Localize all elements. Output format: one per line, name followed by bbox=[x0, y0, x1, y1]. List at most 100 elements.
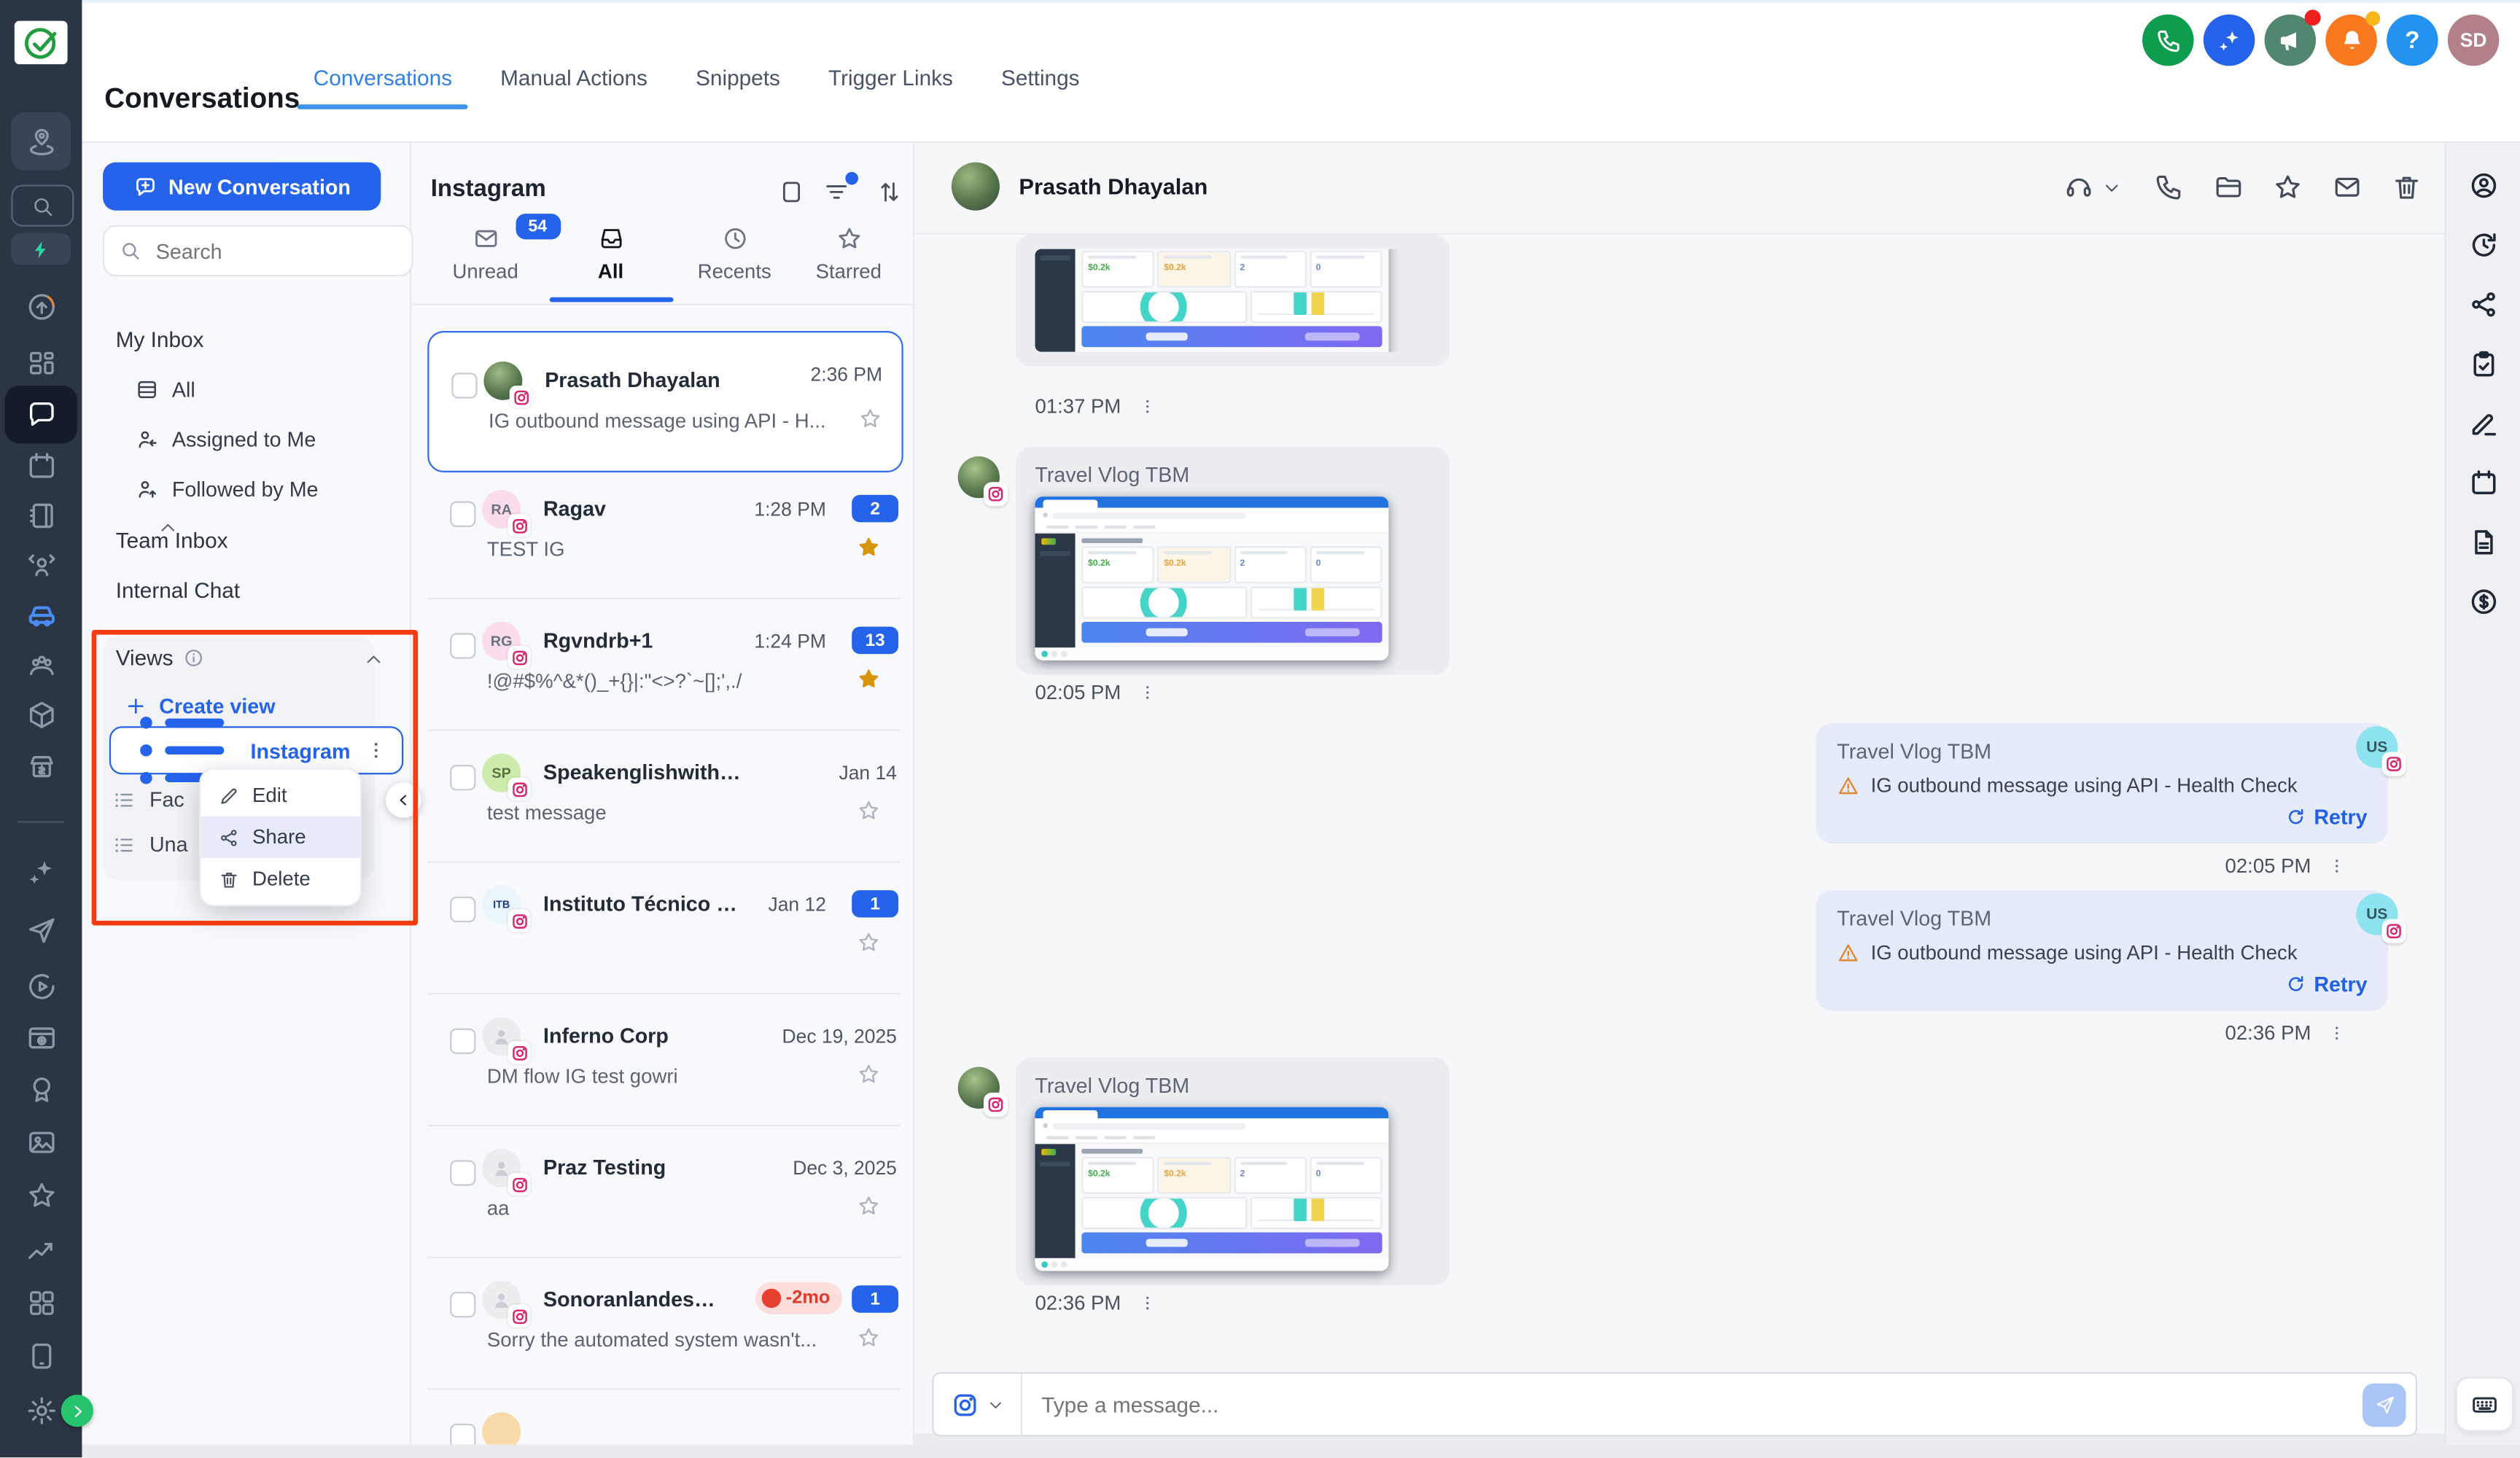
message-options-icon[interactable] bbox=[1137, 397, 1156, 416]
delete-conversation-icon[interactable] bbox=[2392, 172, 2422, 203]
conversation-row-selected[interactable]: Prasath Dhayalan 2:36 PM IG outbound mes… bbox=[427, 331, 903, 472]
archive-folder-icon[interactable] bbox=[2213, 172, 2244, 203]
sidebar-item-opportunities[interactable] bbox=[0, 542, 82, 590]
contact-avatar[interactable] bbox=[952, 163, 1000, 211]
headset-icon[interactable] bbox=[2064, 172, 2094, 203]
user-avatar[interactable]: SD bbox=[2448, 15, 2500, 66]
payments-icon[interactable] bbox=[2468, 586, 2499, 617]
appointments-icon[interactable] bbox=[2468, 467, 2499, 498]
row-checkbox[interactable] bbox=[450, 897, 475, 922]
retry-button[interactable]: Retry bbox=[1837, 972, 2367, 996]
tab-unread[interactable]: 54 Unread bbox=[434, 225, 537, 283]
star-toggle[interactable] bbox=[857, 535, 881, 559]
sidebar-item-dashboard[interactable] bbox=[0, 339, 82, 387]
inbox-filter-assigned[interactable]: Assigned to Me bbox=[135, 427, 316, 451]
star-toggle[interactable] bbox=[857, 930, 881, 954]
brand-logo[interactable] bbox=[15, 21, 68, 65]
sidebar-item-media[interactable] bbox=[0, 962, 82, 1010]
inbox-filter-all[interactable]: All bbox=[135, 378, 195, 402]
tab-recents[interactable]: Recents bbox=[683, 225, 786, 283]
message-options-icon[interactable] bbox=[2328, 857, 2346, 876]
menu-item-share[interactable]: Share bbox=[201, 816, 360, 858]
menu-item-delete[interactable]: Delete bbox=[201, 858, 360, 900]
row-checkbox[interactable] bbox=[450, 1029, 475, 1054]
dashboard-screenshot[interactable]: $0.2k $0.2k 2 0 bbox=[1035, 1107, 1388, 1271]
row-checkbox[interactable] bbox=[450, 1292, 475, 1317]
message-options-icon[interactable] bbox=[1137, 683, 1156, 702]
conversation-row[interactable]: Sonoranlandesi... -2mo 1 Sorry the autom… bbox=[410, 1258, 913, 1390]
tasks-icon[interactable] bbox=[2468, 348, 2499, 379]
view-item-unassigned[interactable]: Una bbox=[112, 833, 187, 857]
documents-icon[interactable] bbox=[2468, 527, 2499, 558]
sidebar-item-reputation[interactable] bbox=[0, 1172, 82, 1220]
sidebar-item-quick-actions[interactable] bbox=[11, 233, 71, 265]
sidebar-item-location-switcher[interactable] bbox=[11, 112, 71, 170]
chevron-down-icon[interactable] bbox=[2102, 179, 2121, 198]
sidebar-item-vehicles[interactable] bbox=[0, 591, 82, 639]
my-inbox-header[interactable]: My Inbox bbox=[116, 328, 204, 352]
conversation-row[interactable]: Inferno Corp Dec 19, 2025 DM flow IG tes… bbox=[410, 994, 913, 1126]
sidebar-item-launchpad[interactable] bbox=[0, 283, 82, 331]
sidebar-item-payments[interactable] bbox=[0, 744, 82, 792]
keyboard-shortcuts-button[interactable] bbox=[2456, 1377, 2513, 1432]
sidebar-item-marketing[interactable] bbox=[0, 906, 82, 954]
retry-button[interactable]: Retry bbox=[1837, 805, 2367, 829]
sidebar-item-search[interactable] bbox=[11, 184, 74, 226]
search-input[interactable] bbox=[152, 237, 351, 264]
automations-icon[interactable] bbox=[2468, 289, 2499, 320]
sidebar-item-community[interactable] bbox=[0, 641, 82, 689]
star-toggle[interactable] bbox=[857, 667, 881, 691]
sort-icon[interactable] bbox=[876, 179, 903, 206]
conversation-row[interactable]: SP Speakenglishwith_jo Jan 14 test messa… bbox=[410, 731, 913, 863]
views-chevron-up-icon[interactable] bbox=[363, 649, 384, 670]
select-all-icon[interactable] bbox=[778, 179, 805, 206]
row-checkbox[interactable] bbox=[451, 373, 477, 398]
tab-manual-actions[interactable]: Manual Actions bbox=[497, 66, 651, 141]
sidebar-item-calendars[interactable] bbox=[0, 442, 82, 490]
menu-item-edit[interactable]: Edit bbox=[201, 774, 360, 816]
sidebar-item-conversations[interactable] bbox=[5, 386, 77, 443]
star-toggle[interactable] bbox=[857, 1194, 881, 1218]
row-checkbox[interactable] bbox=[450, 502, 475, 527]
row-checkbox[interactable] bbox=[450, 1424, 475, 1446]
conversation-row[interactable]: ITB Instituto Técnico Bili... Jan 12 1 bbox=[410, 863, 913, 995]
panel-collapse-button[interactable] bbox=[386, 782, 421, 817]
mark-unread-icon[interactable] bbox=[2332, 172, 2362, 203]
view-item-facebook[interactable]: Fac bbox=[112, 787, 184, 811]
row-checkbox[interactable] bbox=[450, 1160, 475, 1185]
message-input[interactable] bbox=[1022, 1392, 2362, 1416]
sidebar-item-sites[interactable] bbox=[0, 1014, 82, 1062]
sidebar-item-reporting[interactable] bbox=[0, 1228, 82, 1276]
row-checkbox[interactable] bbox=[450, 633, 475, 658]
message-image[interactable]: $0.2k $0.2k 2 0 bbox=[1035, 249, 1430, 352]
notes-icon[interactable] bbox=[2468, 408, 2499, 439]
tab-all[interactable]: All bbox=[559, 225, 662, 283]
tab-trigger-links[interactable]: Trigger Links bbox=[825, 66, 957, 141]
phone-button[interactable] bbox=[2142, 15, 2194, 66]
sidebar-item-media-library[interactable] bbox=[0, 1118, 82, 1166]
sidebar-item-mobile-app[interactable] bbox=[0, 1332, 82, 1380]
message-options-icon[interactable] bbox=[2328, 1024, 2346, 1042]
kebab-menu-icon[interactable] bbox=[365, 739, 387, 762]
tab-starred[interactable]: Starred bbox=[797, 225, 900, 283]
dashboard-screenshot[interactable]: $0.2k $0.2k 2 0 bbox=[1035, 496, 1388, 660]
star-toggle[interactable] bbox=[857, 1062, 881, 1086]
ai-assistant-button[interactable] bbox=[2204, 15, 2255, 66]
tab-snippets[interactable]: Snippets bbox=[693, 66, 784, 141]
view-item-instagram[interactable]: Instagram bbox=[109, 726, 403, 774]
conversation-row[interactable]: RG Rgvndrb+1 1:24 PM 13 !@#$%^&*()_+{}|:… bbox=[410, 599, 913, 731]
inbox-filter-followed[interactable]: Followed by Me bbox=[135, 477, 318, 502]
tab-settings[interactable]: Settings bbox=[998, 66, 1083, 141]
new-conversation-button[interactable]: New Conversation bbox=[103, 163, 381, 211]
conversation-row[interactable]: Praz Testing Dec 3, 2025 aa bbox=[410, 1126, 913, 1258]
conversation-row[interactable]: RA Ragav 1:28 PM 2 TEST IG bbox=[410, 467, 913, 599]
conversation-row-partial[interactable] bbox=[410, 1390, 913, 1446]
team-inbox-header[interactable]: Team Inbox bbox=[116, 529, 228, 553]
row-checkbox[interactable] bbox=[450, 765, 475, 790]
star-toggle[interactable] bbox=[858, 407, 882, 431]
contact-icon[interactable] bbox=[2468, 171, 2499, 201]
sidebar-item-app-marketplace[interactable] bbox=[0, 1279, 82, 1327]
star-toggle[interactable] bbox=[857, 1325, 881, 1349]
help-button[interactable]: ? bbox=[2387, 15, 2438, 66]
message-options-icon[interactable] bbox=[1137, 1293, 1156, 1312]
